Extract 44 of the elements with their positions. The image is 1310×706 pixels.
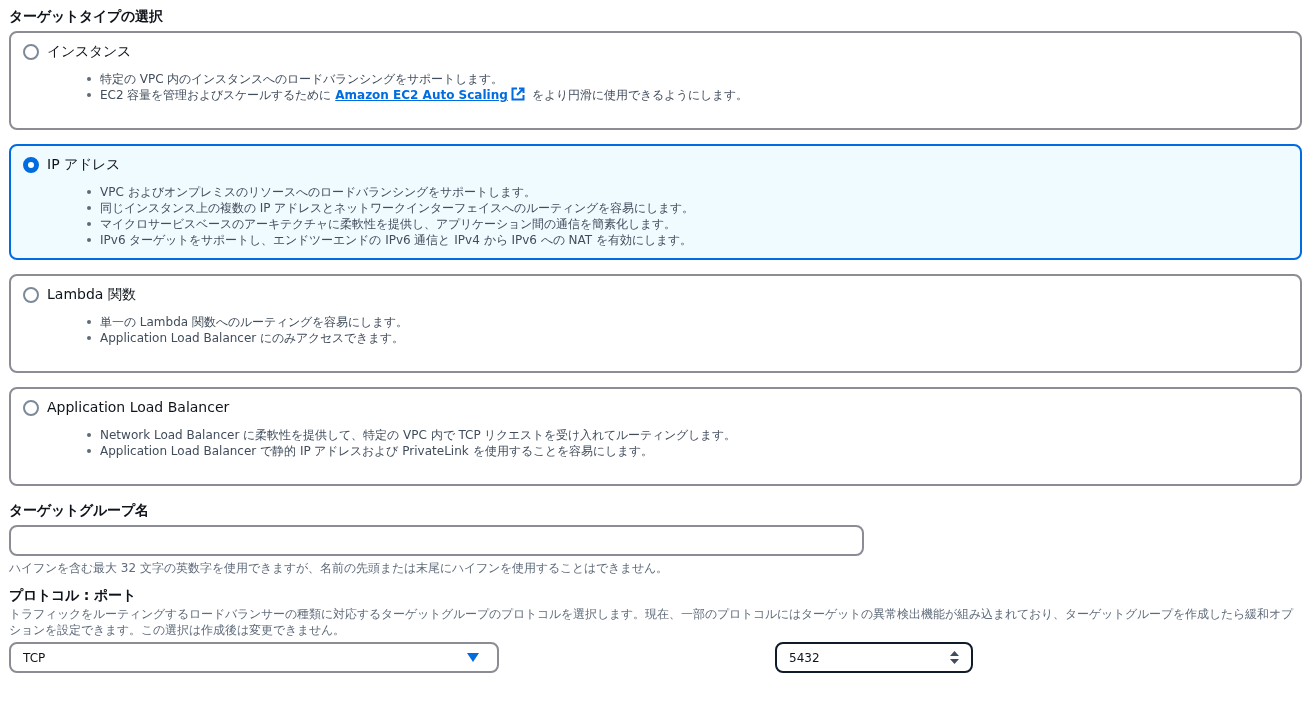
text-input[interactable] <box>9 525 864 556</box>
spinner-icon[interactable] <box>950 651 959 664</box>
bullet-text: EC2 容量を管理およびスケールするために Amazon EC2 Auto Scaling をより円滑に使用できるようにします。 <box>100 87 748 103</box>
option-label: インスタンス <box>47 42 131 61</box>
field-label: ターゲットグループ名 <box>9 501 150 520</box>
radio-button[interactable] <box>23 156 39 173</box>
section-heading: ターゲットタイプの選択 <box>9 7 164 26</box>
option-label: Application Load Balancer <box>47 398 230 417</box>
bullet-icon <box>87 206 91 210</box>
port-input[interactable]: 5432 <box>775 642 973 673</box>
hint-text: ハイフンを含む最大 32 文字の英数字を使用できますが、名前の先頭または末尾にハイフンを使用することはできません。 <box>9 560 669 577</box>
bullet-icon <box>87 190 91 194</box>
option-card[interactable]: Application Load Balancer Network Load Balancer に柔軟性を提供して、特定の VPC 内で TCP リクエストを受け入れてルーティングします。 Application Load Balancer で静的 IP アドレスおよび PrivateLink を使用することを容易にします。 <box>9 387 1302 486</box>
radio-button[interactable] <box>23 43 39 60</box>
option-label: IP アドレス <box>47 155 121 174</box>
option-card[interactable] <box>9 144 1302 260</box>
bullet-text: 同じインスタンス上の複数の IP アドレスとネットワークインターフェイスへのルーティングを容易にします。 <box>100 200 695 216</box>
bullet-text: IPv6 ターゲットをサポートし、エンドツーエンドの IPv6 通信と IPv4 から IPv6 への NAT を有効にします。 <box>100 232 692 248</box>
bullet-icon <box>87 77 91 81</box>
option-card[interactable]: Lambda 関数 単一の Lambda 関数へのルーティングを容易にします。 Application Load Balancer にのみアクセスできます。 <box>9 274 1302 373</box>
option-label: Lambda 関数 <box>47 285 136 304</box>
link[interactable]: Amazon EC2 Auto Scaling <box>335 88 508 102</box>
bullet-icon <box>87 449 91 453</box>
bullet-icon <box>87 320 91 324</box>
bullet-text: VPC およびオンプレミスのリソースへのロードバランシングをサポートします。 <box>100 184 536 200</box>
radio-button[interactable] <box>23 399 39 416</box>
external-link-icon <box>510 87 525 101</box>
bullet-icon <box>87 93 91 97</box>
bullet-text: Network Load Balancer に柔軟性を提供して、特定の VPC 内で TCP リクエストを受け入れてルーティングします。 <box>100 427 737 443</box>
bullet-text: Application Load Balancer で静的 IP アドレスおよび PrivateLink を使用することを容易にします。 <box>100 443 653 459</box>
bullet-icon <box>87 433 91 437</box>
bullet-icon <box>87 238 91 242</box>
protocol-select[interactable]: TCP <box>9 642 499 673</box>
bullet-text: 単一の Lambda 関数へのルーティングを容易にします。 <box>100 314 408 330</box>
description-text: トラフィックをルーティングするロードバランサーの種類に対応するターゲットグループのプロトコルを選択します。現在、一部のプロトコルにはターゲットの異常検出機能が組み込まれており、ターゲットグループを作成したら緩和オプションを設定できます。この選択は作成後は変更できません。 <box>9 606 1295 638</box>
bullet-text: Application Load Balancer にのみアクセスできます。 <box>100 330 405 346</box>
radio-button[interactable] <box>23 286 39 303</box>
option-card[interactable]: インスタンス 特定の VPC 内のインスタンスへのロードバランシングをサポートします。 EC2 容量を管理およびスケールするために Amazon EC2 Auto Scaling をより円滑に使用できるようにします。 <box>9 31 1302 130</box>
bullet-text: 特定の VPC 内のインスタンスへのロードバランシングをサポートします。 <box>100 71 504 87</box>
field-label: プロトコル : ポート <box>9 586 138 605</box>
caret-icon <box>467 653 479 662</box>
bullet-icon <box>87 222 91 226</box>
bullet-icon <box>87 336 91 340</box>
bullet-text: マイクロサービスベースのアーキテクチャに柔軟性を提供し、アプリケーション間の通信を簡素化します。 <box>100 216 676 232</box>
